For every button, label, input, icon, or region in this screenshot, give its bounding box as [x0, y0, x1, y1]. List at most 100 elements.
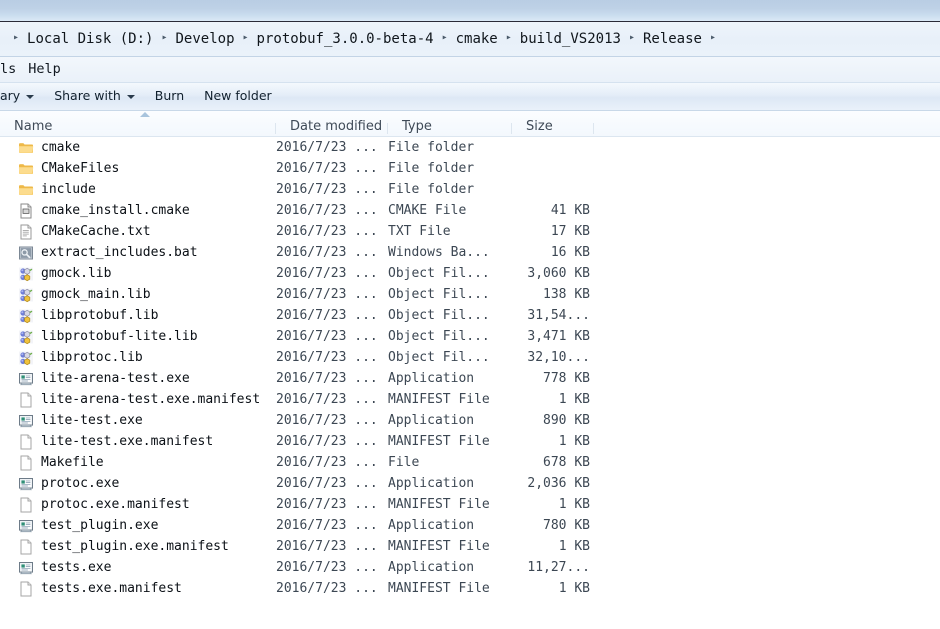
- table-row[interactable]: libprotoc.lib 2016/7/23 ... Object Fil... 3…: [0, 347, 940, 368]
- file-name-cell[interactable]: protoc.exe.manifest: [0, 497, 276, 513]
- file-type-cell: MANIFEST File: [388, 581, 490, 596]
- file-date-modified-cell: 2016/7/23 ...: [276, 392, 378, 407]
- file-name-cell[interactable]: tests.exe.manifest: [0, 581, 276, 597]
- file-name-cell[interactable]: gmock_main.lib: [0, 287, 276, 303]
- breadcrumb-item-4[interactable]: build_VS2013: [519, 31, 622, 47]
- table-row[interactable]: libprotobuf-lite.lib 2016/7/23 ... Object …: [0, 326, 940, 347]
- toolbar-button-library-label: ary: [0, 88, 21, 104]
- breadcrumb-item-5[interactable]: Release: [642, 31, 703, 47]
- chevron-right-icon[interactable]: ▸: [236, 33, 256, 43]
- table-row[interactable]: test_plugin.exe.manifest 2016/7/23 ... MAN…: [0, 536, 940, 557]
- menu-item-help[interactable]: Help: [22, 62, 67, 77]
- file-name-cell[interactable]: include: [0, 182, 276, 198]
- file-name-cell[interactable]: lite-arena-test.exe.manifest: [0, 392, 276, 408]
- file-name-cell[interactable]: cmake: [0, 140, 276, 156]
- toolbar-button-new-folder[interactable]: New folder: [194, 87, 282, 106]
- file-name-label: extract_includes.bat: [41, 245, 198, 260]
- table-row[interactable]: lite-test.exe 2016/7/23 ... Application 890…: [0, 410, 940, 431]
- table-row[interactable]: lite-arena-test.exe.manifest 2016/7/23 ..…: [0, 389, 940, 410]
- file-list[interactable]: cmake 2016/7/23 ... File folder CMakeFiles 2…: [0, 137, 940, 599]
- application-icon: [18, 413, 34, 429]
- table-row[interactable]: test_plugin.exe 2016/7/23 ... Application 7…: [0, 515, 940, 536]
- file-name-cell[interactable]: lite-test.exe: [0, 413, 276, 429]
- file-name-cell[interactable]: CMakeFiles: [0, 161, 276, 177]
- table-row[interactable]: lite-test.exe.manifest 2016/7/23 ... MANIF…: [0, 431, 940, 452]
- table-row[interactable]: gmock.lib 2016/7/23 ... Object Fil... 3,060…: [0, 263, 940, 284]
- breadcrumb-item-0[interactable]: Local Disk (D:): [26, 31, 154, 47]
- file-name-cell[interactable]: Makefile: [0, 455, 276, 471]
- table-row[interactable]: lite-arena-test.exe 2016/7/23 ... Applicat…: [0, 368, 940, 389]
- toolbar-button-library[interactable]: ary: [0, 87, 44, 106]
- batch-file-icon: [18, 245, 34, 261]
- file-size-cell: 1 KB: [558, 434, 590, 449]
- breadcrumb-leading-separator-icon: ▸: [13, 32, 20, 43]
- file-size-cell: 31,54...: [527, 308, 590, 323]
- column-header-name[interactable]: Name: [0, 120, 276, 136]
- table-row[interactable]: cmake_install.cmake 2016/7/23 ... CMAKE Fi…: [0, 200, 940, 221]
- toolbar-button-share-with[interactable]: Share with: [44, 87, 145, 106]
- file-name-label: test_plugin.exe.manifest: [41, 539, 229, 554]
- file-name-cell[interactable]: gmock.lib: [0, 266, 276, 282]
- file-name-label: tests.exe.manifest: [41, 581, 182, 596]
- object-file-icon: [18, 350, 34, 366]
- toolbar-button-new-folder-label: New folder: [204, 88, 272, 104]
- file-name-cell[interactable]: tests.exe: [0, 560, 276, 576]
- command-toolbar[interactable]: ary Share with Burn New folder: [0, 83, 940, 111]
- column-header-type[interactable]: Type: [388, 120, 512, 136]
- file-name-cell[interactable]: lite-test.exe.manifest: [0, 434, 276, 450]
- table-row[interactable]: tests.exe 2016/7/23 ... Application 11,27..…: [0, 557, 940, 578]
- breadcrumb-item-1[interactable]: Develop: [175, 31, 236, 47]
- application-icon: [18, 560, 34, 576]
- column-header-size[interactable]: Size: [512, 120, 594, 136]
- file-name-cell[interactable]: extract_includes.bat: [0, 245, 276, 261]
- menu-bar[interactable]: ls Help: [0, 57, 940, 83]
- address-bar[interactable]: ▸ Local Disk (D:) ▸ Develop ▸ protobuf_3…: [0, 22, 940, 57]
- file-type-cell: MANIFEST File: [388, 434, 490, 449]
- chevron-right-icon[interactable]: ▸: [154, 33, 174, 43]
- file-date-modified-cell: 2016/7/23 ...: [276, 560, 378, 575]
- chevron-down-icon[interactable]: [26, 94, 35, 99]
- file-name-cell[interactable]: libprotoc.lib: [0, 350, 276, 366]
- table-row[interactable]: protoc.exe.manifest 2016/7/23 ... MANIFEST…: [0, 494, 940, 515]
- file-size-cell: 17 KB: [550, 224, 590, 239]
- table-row[interactable]: Makefile 2016/7/23 ... File 678 KB: [0, 452, 940, 473]
- file-name-cell[interactable]: lite-arena-test.exe: [0, 371, 276, 387]
- table-row[interactable]: CMakeCache.txt 2016/7/23 ... TXT File 17 KB: [0, 221, 940, 242]
- file-name-cell[interactable]: CMakeCache.txt: [0, 224, 276, 240]
- column-header-date-modified[interactable]: Date modified: [276, 120, 388, 136]
- chevron-down-icon[interactable]: [126, 94, 135, 99]
- breadcrumb-item-3[interactable]: cmake: [455, 31, 499, 47]
- file-name-label: CMakeCache.txt: [41, 224, 151, 239]
- file-date-modified-cell: 2016/7/23 ...: [276, 518, 378, 533]
- file-name-cell[interactable]: cmake_install.cmake: [0, 203, 276, 219]
- file-name-cell[interactable]: test_plugin.exe.manifest: [0, 539, 276, 555]
- chevron-right-icon[interactable]: ▸: [499, 33, 519, 43]
- breadcrumb-item-2[interactable]: protobuf_3.0.0-beta-4: [256, 31, 435, 47]
- table-row[interactable]: protoc.exe 2016/7/23 ... Application 2,036 …: [0, 473, 940, 494]
- file-name-label: lite-arena-test.exe.manifest: [41, 392, 261, 407]
- table-row[interactable]: tests.exe.manifest 2016/7/23 ... MANIFEST …: [0, 578, 940, 599]
- breadcrumb[interactable]: ▸ Local Disk (D:) ▸ Develop ▸ protobuf_3…: [6, 31, 723, 47]
- file-name-cell[interactable]: libprotobuf-lite.lib: [0, 329, 276, 345]
- chevron-right-icon[interactable]: ▸: [703, 33, 723, 43]
- chevron-right-icon[interactable]: ▸: [622, 33, 642, 43]
- table-row[interactable]: extract_includes.bat 2016/7/23 ... Windows…: [0, 242, 940, 263]
- blank-file-icon: [18, 392, 34, 408]
- window-title-bar: [0, 0, 940, 22]
- file-name-label: lite-test.exe: [41, 413, 143, 428]
- toolbar-button-burn[interactable]: Burn: [145, 87, 194, 106]
- table-row[interactable]: cmake 2016/7/23 ... File folder: [0, 137, 940, 158]
- file-date-modified-cell: 2016/7/23 ...: [276, 476, 378, 491]
- blank-file-icon: [18, 539, 34, 555]
- table-row[interactable]: include 2016/7/23 ... File folder: [0, 179, 940, 200]
- table-row[interactable]: libprotobuf.lib 2016/7/23 ... Object Fil..…: [0, 305, 940, 326]
- toolbar-button-burn-label: Burn: [154, 88, 185, 104]
- file-name-cell[interactable]: protoc.exe: [0, 476, 276, 492]
- file-name-cell[interactable]: test_plugin.exe: [0, 518, 276, 534]
- column-header-row[interactable]: Name Date modified Type Size: [0, 111, 940, 137]
- chevron-right-icon[interactable]: ▸: [435, 33, 455, 43]
- table-row[interactable]: CMakeFiles 2016/7/23 ... File folder: [0, 158, 940, 179]
- file-name-cell[interactable]: libprotobuf.lib: [0, 308, 276, 324]
- table-row[interactable]: gmock_main.lib 2016/7/23 ... Object Fil...…: [0, 284, 940, 305]
- menu-item-tools[interactable]: ls: [0, 62, 22, 77]
